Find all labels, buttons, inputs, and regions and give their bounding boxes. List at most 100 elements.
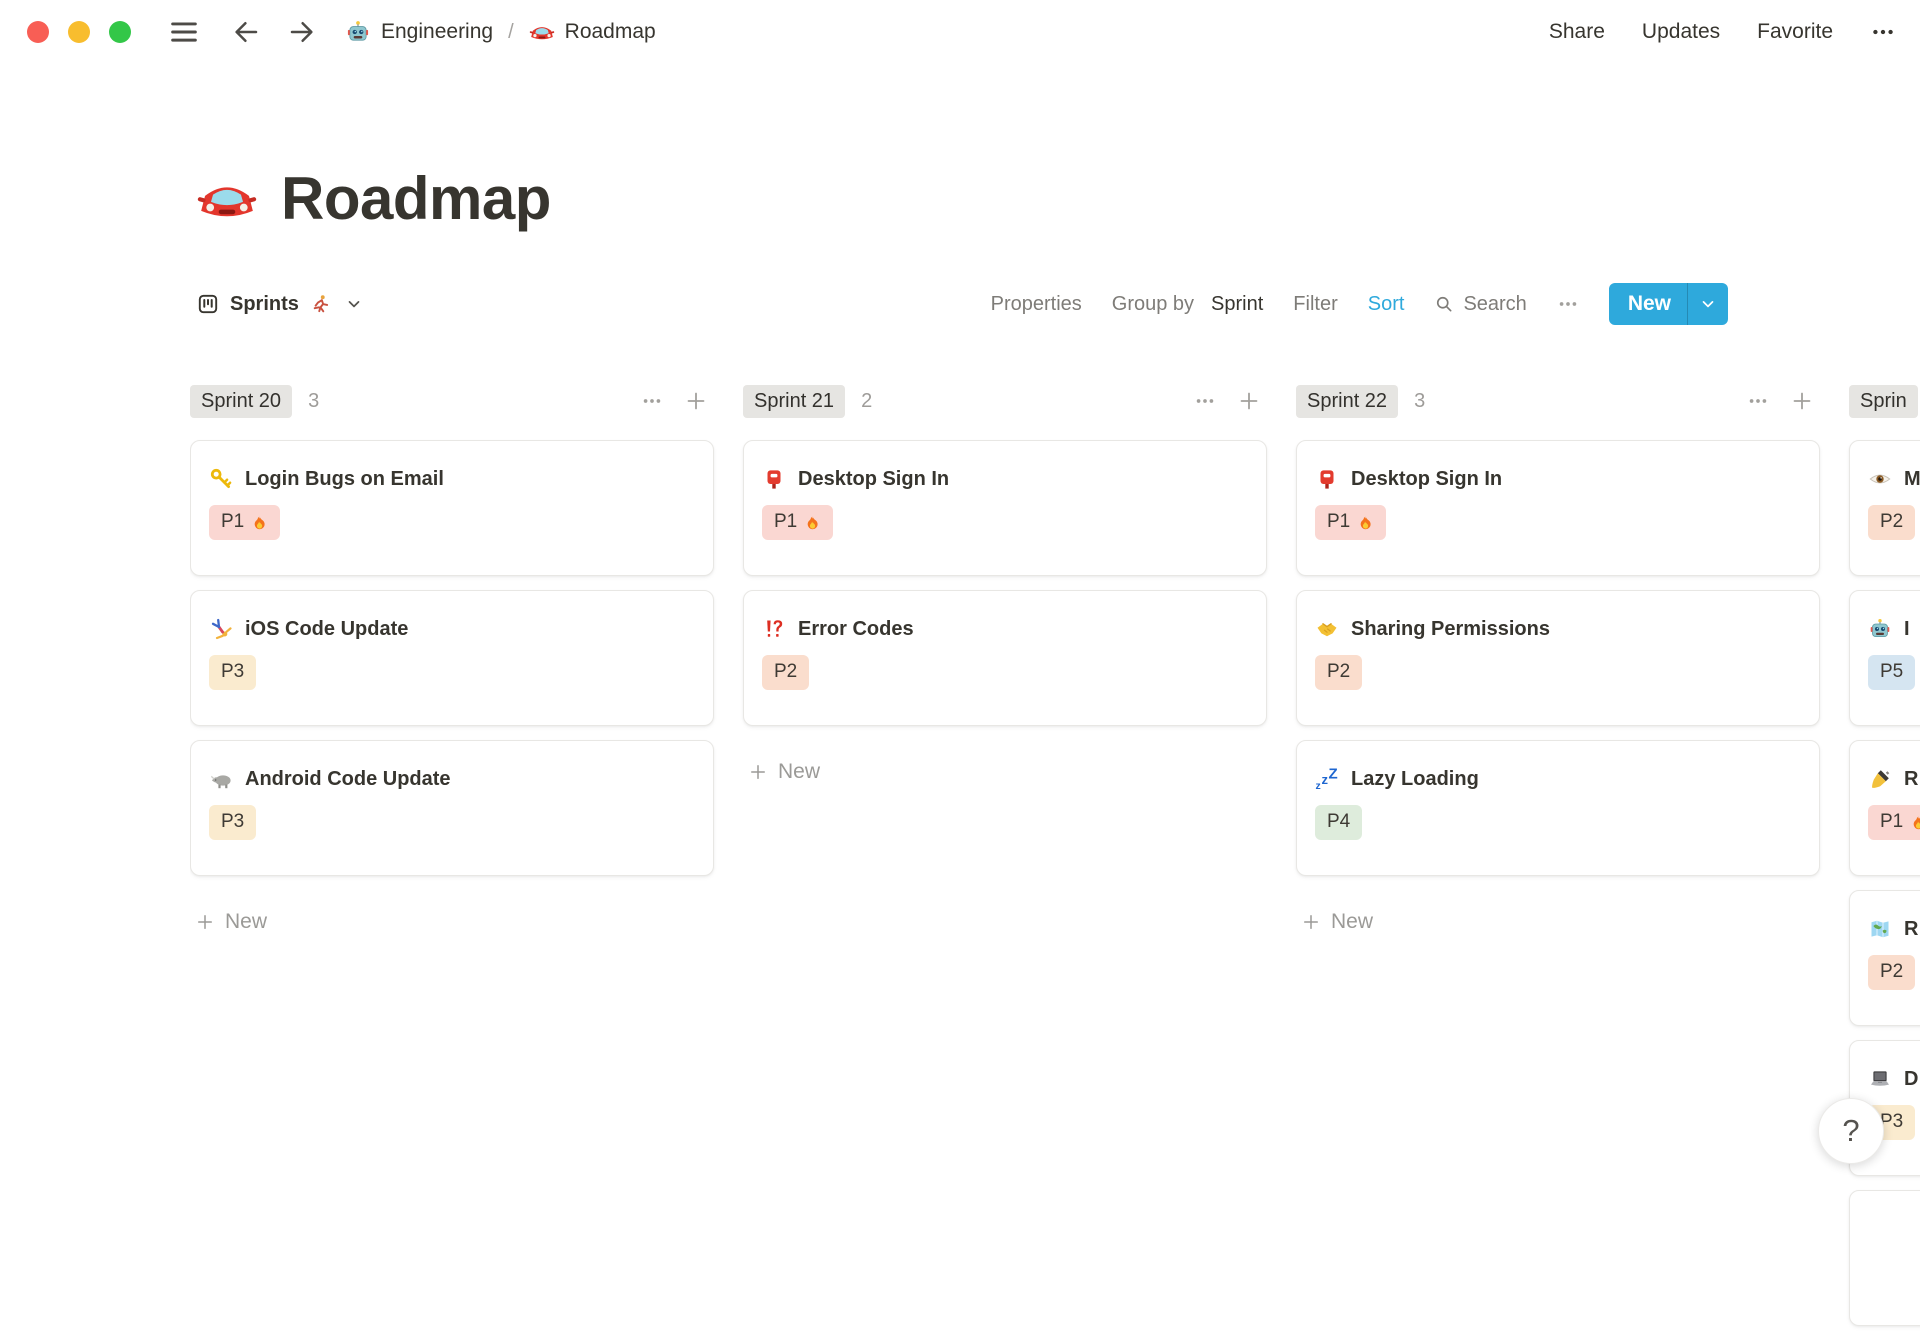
card-title: R bbox=[1868, 916, 1920, 942]
view-tab-sprints[interactable]: Sprints bbox=[196, 292, 363, 316]
card-title: Sharing Permissions bbox=[1315, 616, 1801, 642]
board-column: Sprint 20 3 Login Bugs on Email P1 iOS Code … bbox=[190, 382, 714, 940]
column-title-pill[interactable]: Sprint 22 bbox=[1296, 384, 1399, 418]
key-icon bbox=[209, 467, 233, 491]
column-more-icon[interactable] bbox=[641, 390, 663, 412]
add-card-button[interactable]: New bbox=[743, 754, 1267, 790]
breadcrumb-item-engineering[interactable]: Engineering bbox=[345, 19, 493, 45]
board-column: Sprint 21 2 Desktop Sign In P1 Error Codes P2… bbox=[743, 382, 1267, 790]
priority-badge: P4 bbox=[1315, 805, 1363, 840]
page-icon-oncoming-car[interactable] bbox=[196, 168, 258, 230]
board-view-icon bbox=[196, 292, 220, 316]
card-title: R bbox=[1868, 766, 1920, 792]
priority-badge-label: P3 bbox=[221, 811, 245, 832]
history-nav bbox=[231, 17, 317, 47]
column-title-pill[interactable]: Sprin bbox=[1849, 384, 1918, 418]
traffic-light-zoom[interactable] bbox=[109, 21, 131, 43]
nav-back-button[interactable] bbox=[231, 17, 261, 47]
column-more-icon[interactable] bbox=[1747, 390, 1769, 412]
priority-badge-label: P4 bbox=[1327, 811, 1351, 832]
filter-button[interactable]: Filter bbox=[1293, 293, 1337, 316]
card[interactable]: Desktop Sign In P1 bbox=[743, 440, 1267, 576]
column-header-actions bbox=[1747, 389, 1820, 413]
postbox-icon bbox=[1315, 467, 1339, 491]
card[interactable]: iOS Code Update P3 bbox=[190, 590, 714, 726]
sidebar-menu-button[interactable] bbox=[167, 15, 201, 49]
breadcrumb-item-roadmap[interactable]: Roadmap bbox=[529, 19, 656, 45]
card-title-text: Login Bugs on Email bbox=[245, 468, 444, 490]
traffic-light-close[interactable] bbox=[27, 21, 49, 43]
more-options-icon[interactable] bbox=[1870, 19, 1896, 45]
search-button[interactable]: Search bbox=[1434, 293, 1527, 316]
column-more-icon[interactable] bbox=[1194, 390, 1216, 412]
card-title: iOS Code Update bbox=[209, 616, 695, 642]
zzz-icon: zzZ bbox=[1315, 767, 1339, 791]
card-title-text: M bbox=[1904, 468, 1920, 490]
fire-icon bbox=[1910, 814, 1920, 831]
card[interactable]: Error Codes P2 bbox=[743, 590, 1267, 726]
new-dropdown-button[interactable] bbox=[1688, 283, 1728, 325]
card[interactable]: R P1 bbox=[1849, 740, 1920, 876]
card-title-text: R bbox=[1904, 918, 1919, 940]
card-partial[interactable] bbox=[1849, 1190, 1920, 1326]
handshake-icon bbox=[1315, 617, 1339, 641]
card[interactable]: M P2 bbox=[1849, 440, 1920, 576]
card-title: Android Code Update bbox=[209, 766, 695, 792]
column-add-icon[interactable] bbox=[684, 389, 708, 413]
priority-badge-label: P1 bbox=[1880, 811, 1904, 832]
priority-badge-label: P1 bbox=[221, 511, 245, 532]
card[interactable]: z z Z Lazy Loading P4 bbox=[1296, 740, 1820, 876]
column-count: 3 bbox=[1414, 389, 1426, 412]
fire-icon bbox=[1357, 514, 1374, 531]
priority-badge: P5 bbox=[1868, 655, 1916, 690]
priority-badge-label: P3 bbox=[221, 661, 245, 682]
search-icon bbox=[1434, 294, 1454, 314]
view-more-options-icon[interactable] bbox=[1557, 293, 1579, 315]
bangbang-icon bbox=[762, 617, 786, 641]
column-add-icon[interactable] bbox=[1790, 389, 1814, 413]
view-toolbar: Sprints Properties Group by Sprint Filte… bbox=[196, 282, 1728, 326]
postbox-icon bbox=[762, 467, 786, 491]
traffic-light-minimize[interactable] bbox=[68, 21, 90, 43]
priority-badge: P1 bbox=[1868, 805, 1920, 840]
share-button[interactable]: Share bbox=[1549, 20, 1605, 44]
toolbar-actions: Properties Group by Sprint Filter Sort S… bbox=[991, 283, 1728, 325]
card[interactable]: Sharing Permissions P2 bbox=[1296, 590, 1820, 726]
column-title-pill[interactable]: Sprint 21 bbox=[743, 384, 846, 418]
card-title-text: I bbox=[1904, 618, 1910, 640]
topbar-actions: Share Updates Favorite bbox=[1549, 19, 1896, 45]
sort-button[interactable]: Sort bbox=[1368, 293, 1405, 316]
column-title-pill[interactable]: Sprint 20 bbox=[190, 384, 293, 418]
updates-button[interactable]: Updates bbox=[1642, 20, 1720, 44]
card-title-text: Desktop Sign In bbox=[798, 468, 950, 490]
group-by-button[interactable]: Group by Sprint bbox=[1112, 293, 1264, 316]
card-title-text: D bbox=[1904, 1068, 1919, 1090]
card-title-text: Android Code Update bbox=[245, 768, 451, 790]
favorite-button[interactable]: Favorite bbox=[1757, 20, 1833, 44]
add-card-button[interactable]: New bbox=[1296, 904, 1820, 940]
column-count: 3 bbox=[308, 389, 320, 412]
card[interactable]: R P2 bbox=[1849, 890, 1920, 1026]
card[interactable]: I P5 bbox=[1849, 590, 1920, 726]
card-title: M bbox=[1868, 466, 1920, 492]
oncoming-car-icon bbox=[529, 19, 555, 45]
card[interactable]: Android Code Update P3 bbox=[190, 740, 714, 876]
page-title: Roadmap bbox=[281, 165, 551, 232]
card[interactable]: Desktop Sign In P1 bbox=[1296, 440, 1820, 576]
add-card-label: New bbox=[1331, 910, 1374, 933]
chevron-down-icon bbox=[1699, 295, 1717, 313]
new-button[interactable]: New bbox=[1608, 283, 1728, 325]
column-add-icon[interactable] bbox=[1237, 389, 1261, 413]
robot-icon bbox=[345, 19, 371, 45]
add-card-button[interactable]: New bbox=[190, 904, 714, 940]
breadcrumb-label: Engineering bbox=[381, 20, 494, 43]
writing-hand-icon bbox=[1868, 767, 1892, 791]
help-button[interactable]: ? bbox=[1818, 1098, 1884, 1164]
card[interactable]: Login Bugs on Email P1 bbox=[190, 440, 714, 576]
plus-icon bbox=[748, 762, 768, 782]
board-column: Sprin M P2 I P5 R P1 R P2 D P3 bbox=[1849, 382, 1920, 1340]
nav-forward-button[interactable] bbox=[287, 17, 317, 47]
column-header: Sprint 21 2 bbox=[743, 382, 1267, 420]
robot-icon bbox=[1868, 617, 1892, 641]
properties-button[interactable]: Properties bbox=[991, 293, 1082, 316]
